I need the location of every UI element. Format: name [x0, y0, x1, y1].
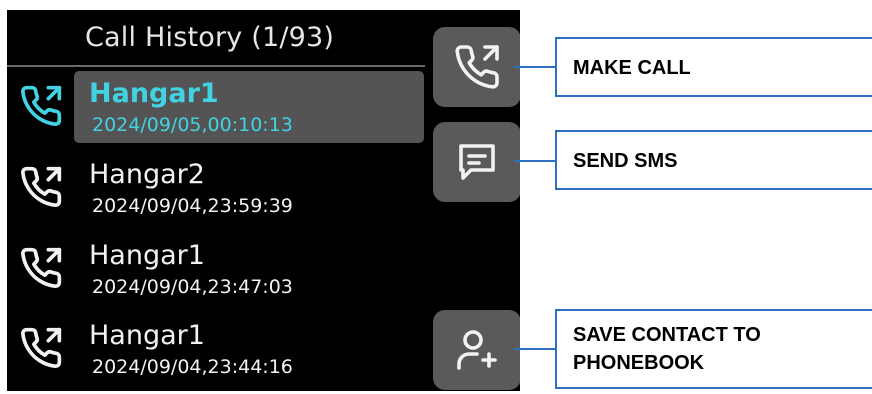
add-contact-icon [457, 330, 497, 370]
save-contact-button[interactable] [433, 310, 520, 390]
send-sms-callout: SEND SMS [555, 130, 872, 190]
callout-label: SAVE CONTACT TO [573, 324, 761, 346]
contact-name: Hangar2 [89, 159, 205, 190]
phone-outgoing-icon [21, 85, 62, 127]
message-icon [459, 144, 495, 180]
callout-label: MAKE CALL [573, 57, 691, 79]
call-list-item[interactable]: Hangar2 2024/09/04,23:59:39 [7, 152, 427, 232]
call-list-item[interactable]: Hangar1 2024/09/04,23:44:16 [7, 313, 427, 391]
call-datetime: 2024/09/04,23:47:03 [92, 276, 293, 298]
phone-outgoing-icon [455, 45, 499, 89]
call-list-item[interactable]: Hangar1 2024/09/04,23:47:03 [7, 233, 427, 313]
title-divider [7, 65, 425, 67]
call-datetime: 2024/09/04,23:44:16 [92, 356, 293, 378]
save-contact-callout: SAVE CONTACT TO PHONEBOOK [555, 309, 872, 389]
callout-label: SEND SMS [573, 150, 678, 172]
make-call-button[interactable] [433, 27, 520, 107]
call-list-item[interactable]: Hangar1 2024/09/05,00:10:13 [7, 71, 427, 151]
contact-name: Hangar1 [89, 320, 205, 351]
callout-label: PHONEBOOK [573, 352, 705, 374]
send-sms-button[interactable] [433, 122, 520, 202]
make-call-callout: MAKE CALL [555, 37, 872, 97]
phone-outgoing-icon [21, 327, 62, 369]
callout-connector [514, 348, 556, 350]
page-title: Call History (1/93) [85, 22, 335, 53]
callout-connector [514, 160, 556, 162]
contact-name: Hangar1 [89, 78, 219, 109]
call-datetime: 2024/09/04,23:59:39 [92, 195, 293, 217]
phone-outgoing-icon [21, 166, 62, 208]
callout-connector [514, 66, 556, 68]
phone-outgoing-icon [21, 247, 62, 289]
device-screen: Call History (1/93) Hangar1 2024/09/05,0… [7, 10, 520, 391]
call-datetime: 2024/09/05,00:10:13 [92, 114, 293, 136]
contact-name: Hangar1 [89, 240, 205, 271]
